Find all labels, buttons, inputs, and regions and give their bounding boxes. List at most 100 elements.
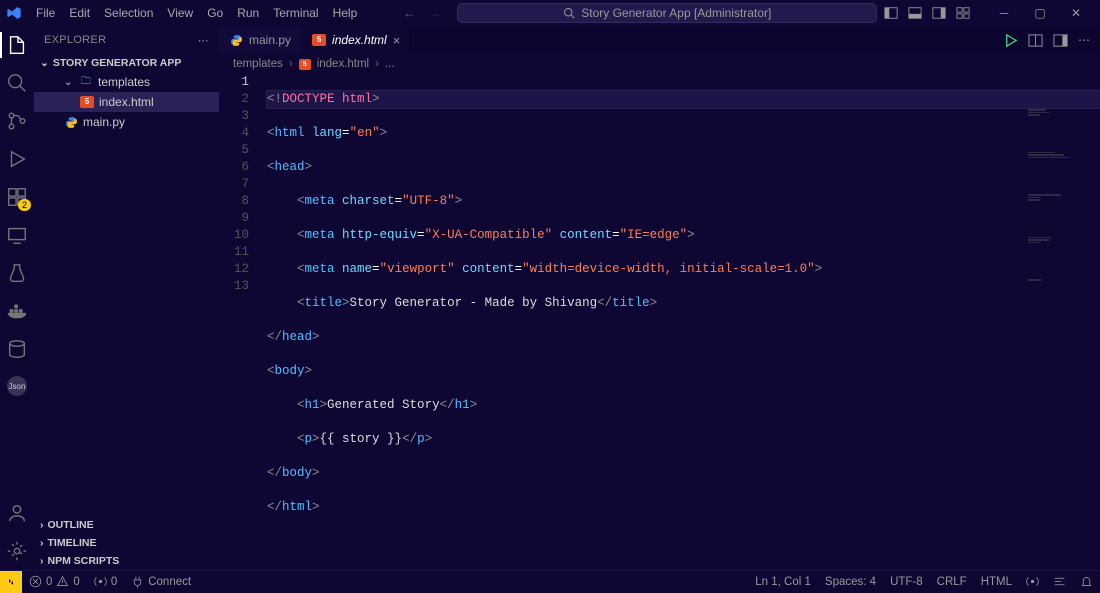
- chevron-right-icon: ›: [289, 58, 293, 70]
- eol[interactable]: CRLF: [930, 571, 974, 593]
- source-control-view-icon[interactable]: [6, 110, 28, 132]
- toggle-panel-icon[interactable]: [908, 6, 922, 20]
- explorer-more-icon[interactable]: ⋯: [198, 34, 209, 47]
- ports-indicator[interactable]: 0: [87, 571, 124, 593]
- vscode-logo-icon: [6, 5, 22, 21]
- toggle-layout-icon[interactable]: [1053, 33, 1068, 48]
- warning-count: 0: [73, 576, 79, 588]
- window-controls: ─ ▢ ✕: [986, 0, 1094, 26]
- nav-forward-icon[interactable]: →: [429, 6, 441, 20]
- explorer-view-icon[interactable]: [6, 34, 28, 56]
- window-title: Story Generator App [Administrator]: [581, 6, 771, 20]
- customize-layout-icon[interactable]: [956, 6, 970, 20]
- search-view-icon[interactable]: [6, 72, 28, 94]
- menu-edit[interactable]: Edit: [63, 3, 96, 23]
- line-number: 4: [219, 125, 249, 142]
- outline-section[interactable]: ›OUTLINE: [34, 516, 219, 534]
- menu-bar: File Edit Selection View Go Run Terminal…: [30, 3, 363, 23]
- line-number: 10: [219, 227, 249, 244]
- folder-label: templates: [98, 75, 150, 89]
- error-count: 0: [46, 576, 52, 588]
- editor-more-icon[interactable]: ⋯: [1078, 33, 1090, 47]
- line-numbers: 1 2 3 4 5 6 7 8 9 10 11 12 13: [219, 74, 263, 570]
- prettier-icon[interactable]: [1046, 571, 1073, 593]
- line-number: 9: [219, 210, 249, 227]
- language-mode[interactable]: HTML: [974, 571, 1019, 593]
- line-number: 6: [219, 159, 249, 176]
- extensions-view-icon[interactable]: 2: [6, 186, 28, 208]
- nav-back-icon[interactable]: ←: [403, 6, 415, 20]
- notifications-icon[interactable]: [1073, 571, 1100, 593]
- code-content[interactable]: <!DOCTYPE html> <html lang="en"> <head> …: [263, 74, 1100, 570]
- menu-run[interactable]: Run: [231, 3, 265, 23]
- line-number: 13: [219, 278, 249, 295]
- testing-view-icon[interactable]: [6, 262, 28, 284]
- breadcrumb-folder[interactable]: templates: [233, 58, 283, 70]
- database-view-icon[interactable]: [6, 338, 28, 360]
- command-center[interactable]: Story Generator App [Administrator]: [457, 3, 877, 23]
- explorer-header: EXPLORER ⋯: [34, 26, 219, 54]
- maximize-button[interactable]: ▢: [1022, 0, 1058, 26]
- remote-indicator[interactable]: [0, 571, 22, 593]
- tab-index-html[interactable]: 5 index.html ×: [302, 26, 411, 54]
- docker-view-icon[interactable]: [6, 300, 28, 322]
- explorer-title: EXPLORER: [44, 34, 106, 46]
- cursor-position[interactable]: Ln 1, Col 1: [748, 571, 818, 593]
- html-file-icon: 5: [299, 59, 311, 70]
- search-icon: [563, 7, 575, 19]
- split-editor-icon[interactable]: [1028, 33, 1043, 48]
- npm-scripts-section[interactable]: ›NPM SCRIPTS: [34, 552, 219, 570]
- indentation[interactable]: Spaces: 4: [818, 571, 883, 593]
- doctype-token: DOCTYPE: [282, 92, 335, 106]
- run-debug-view-icon[interactable]: [6, 148, 28, 170]
- line-number: 11: [219, 244, 249, 261]
- connect-label: Connect: [148, 576, 191, 588]
- breadcrumb[interactable]: templates › 5 index.html › ...: [219, 54, 1100, 74]
- code-editor[interactable]: 1 2 3 4 5 6 7 8 9 10 11 12 13 <!DOCTYPE …: [219, 74, 1100, 570]
- accounts-icon[interactable]: [6, 502, 28, 524]
- file-main-py[interactable]: main.py: [34, 112, 219, 132]
- close-tab-icon[interactable]: ×: [393, 33, 401, 48]
- line-number: 2: [219, 91, 249, 108]
- toggle-secondary-sidebar-icon[interactable]: [932, 6, 946, 20]
- manage-gear-icon[interactable]: [6, 540, 28, 562]
- line-number: 1: [219, 74, 249, 91]
- json-view-icon[interactable]: Json: [7, 376, 27, 396]
- menu-view[interactable]: View: [161, 3, 199, 23]
- breadcrumb-more[interactable]: ...: [385, 58, 395, 70]
- title-bar: File Edit Selection View Go Run Terminal…: [0, 0, 1100, 26]
- problems-indicator[interactable]: 0 0: [22, 571, 87, 593]
- connect-indicator[interactable]: Connect: [124, 571, 198, 593]
- menu-file[interactable]: File: [30, 3, 61, 23]
- line-number: 8: [219, 193, 249, 210]
- toggle-primary-sidebar-icon[interactable]: [884, 6, 898, 20]
- encoding[interactable]: UTF-8: [883, 571, 930, 593]
- line-number: 7: [219, 176, 249, 193]
- menu-help[interactable]: Help: [327, 3, 364, 23]
- chevron-down-icon: ⌄: [64, 77, 74, 88]
- line-number: 3: [219, 108, 249, 125]
- timeline-section[interactable]: › TIMELINE: [34, 534, 219, 552]
- remote-explorer-view-icon[interactable]: [6, 224, 28, 246]
- chevron-right-icon: ›: [40, 537, 44, 549]
- menu-terminal[interactable]: Terminal: [267, 3, 324, 23]
- chevron-down-icon: ⌄: [40, 57, 49, 69]
- timeline-label: TIMELINE: [48, 537, 97, 549]
- extensions-badge: 2: [18, 199, 31, 211]
- run-file-icon[interactable]: [1003, 33, 1018, 48]
- folder-templates[interactable]: ⌄ 🗀 templates: [34, 72, 219, 92]
- menu-selection[interactable]: Selection: [98, 3, 159, 23]
- plug-icon: [131, 575, 144, 588]
- radio-tower-icon: [94, 575, 107, 588]
- menu-go[interactable]: Go: [201, 3, 229, 23]
- minimize-button[interactable]: ─: [986, 0, 1022, 26]
- status-bar: 0 0 0 Connect Ln 1, Col 1 Spaces: 4 UTF-…: [0, 570, 1100, 592]
- go-live-icon[interactable]: [1019, 571, 1046, 593]
- project-section[interactable]: ⌄ STORY GENERATOR APP: [34, 54, 219, 72]
- tab-main-py[interactable]: main.py: [219, 26, 302, 54]
- minimap[interactable]: [1028, 74, 1088, 94]
- python-file-icon: [64, 115, 78, 129]
- close-button[interactable]: ✕: [1058, 0, 1094, 26]
- breadcrumb-file[interactable]: index.html: [317, 58, 369, 70]
- file-index-html[interactable]: 5 index.html: [34, 92, 219, 112]
